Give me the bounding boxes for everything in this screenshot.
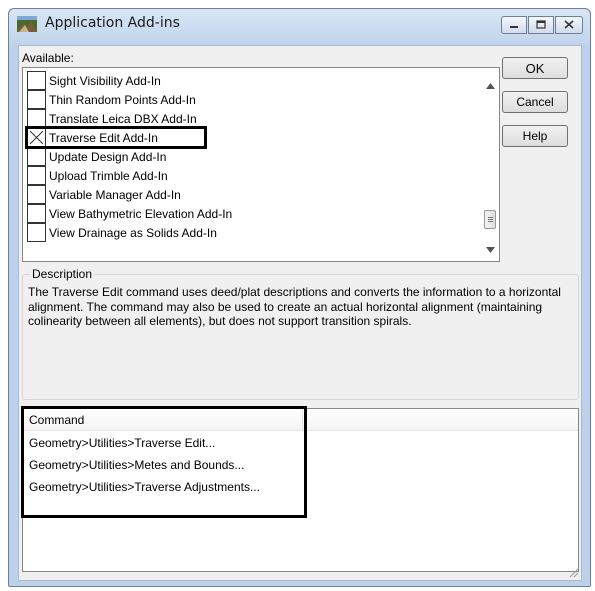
minimize-button[interactable] <box>501 16 527 34</box>
application-addins-window: Application Add-ins Available: Sight Vis… <box>8 8 591 587</box>
list-item-label: View Drainage as Solids Add-In <box>49 225 217 240</box>
list-item[interactable]: Traverse Edit Add-In <box>27 128 158 147</box>
description-legend: Description <box>30 267 95 281</box>
list-item-label: Update Design Add-In <box>49 149 167 164</box>
thumb-grip-line <box>488 217 493 218</box>
list-item[interactable]: Update Design Add-In <box>27 147 166 166</box>
list-item[interactable]: Translate Leica DBX Add-In <box>27 109 197 128</box>
checkbox[interactable] <box>27 147 46 166</box>
description-text: The Traverse Edit command uses deed/plat… <box>28 285 561 328</box>
list-item-label: View Bathymetric Elevation Add-In <box>49 206 233 221</box>
command-column-header[interactable]: Command <box>23 409 578 431</box>
checkbox-checked[interactable] <box>27 128 46 147</box>
checkbox[interactable] <box>27 223 46 242</box>
resize-grip-icon[interactable] <box>567 566 579 578</box>
list-item-label: Traverse Edit Add-In <box>49 130 158 145</box>
scroll-thumb[interactable] <box>484 210 496 229</box>
vertical-scrollbar[interactable] <box>482 68 499 261</box>
available-addins-list[interactable]: Sight Visibility Add-In Thin Random Poin… <box>22 67 500 262</box>
dialog-body: Available: Sight Visibility Add-In Thin … <box>18 45 582 581</box>
description-group: Description The Traverse Edit command us… <box>22 267 579 400</box>
list-item-label: Variable Manager Add-In <box>49 187 181 202</box>
minimize-icon <box>509 18 519 32</box>
column-separator <box>302 409 303 431</box>
list-item[interactable]: View Bathymetric Elevation Add-In <box>27 204 232 223</box>
cancel-button[interactable]: Cancel <box>502 91 568 113</box>
scroll-up-arrow-icon[interactable] <box>486 78 495 89</box>
checkbox[interactable] <box>27 185 46 204</box>
checkmark-x-icon <box>29 130 44 145</box>
checkbox[interactable] <box>27 71 46 90</box>
title-bar[interactable]: Application Add-ins <box>9 9 590 45</box>
maximize-icon <box>536 18 546 32</box>
command-row[interactable]: Geometry>Utilities>Metes and Bounds... <box>29 458 244 472</box>
available-label: Available: <box>22 51 74 65</box>
checkbox[interactable] <box>27 90 46 109</box>
list-item[interactable]: Thin Random Points Add-In <box>27 90 196 109</box>
command-row[interactable]: Geometry>Utilities>Traverse Edit... <box>29 436 215 450</box>
command-header-label: Command <box>29 413 85 427</box>
list-item[interactable]: View Drainage as Solids Add-In <box>27 223 217 242</box>
help-button[interactable]: Help <box>502 125 568 147</box>
list-item-label: Sight Visibility Add-In <box>49 73 161 88</box>
checkbox[interactable] <box>27 204 46 223</box>
list-item[interactable]: Sight Visibility Add-In <box>27 71 161 90</box>
list-item[interactable]: Variable Manager Add-In <box>27 185 181 204</box>
thumb-grip-line <box>488 221 493 222</box>
command-row[interactable]: Geometry>Utilities>Traverse Adjustments.… <box>29 480 260 494</box>
checkbox[interactable] <box>27 166 46 185</box>
app-addins-icon <box>17 16 37 32</box>
command-list[interactable]: Command Geometry>Utilities>Traverse Edit… <box>22 408 579 572</box>
list-item-label: Upload Trimble Add-In <box>49 168 168 183</box>
checkbox[interactable] <box>27 109 46 128</box>
maximize-button[interactable] <box>528 16 554 34</box>
thumb-grip-line <box>488 219 493 220</box>
scroll-down-arrow-icon[interactable] <box>486 242 495 253</box>
window-title: Application Add-ins <box>45 15 180 31</box>
ok-button[interactable]: OK <box>502 57 568 79</box>
list-item[interactable]: Upload Trimble Add-In <box>27 166 168 185</box>
list-item-label: Thin Random Points Add-In <box>49 92 196 107</box>
close-button[interactable] <box>555 16 583 34</box>
list-item-label: Translate Leica DBX Add-In <box>49 111 197 126</box>
close-icon <box>564 18 574 32</box>
